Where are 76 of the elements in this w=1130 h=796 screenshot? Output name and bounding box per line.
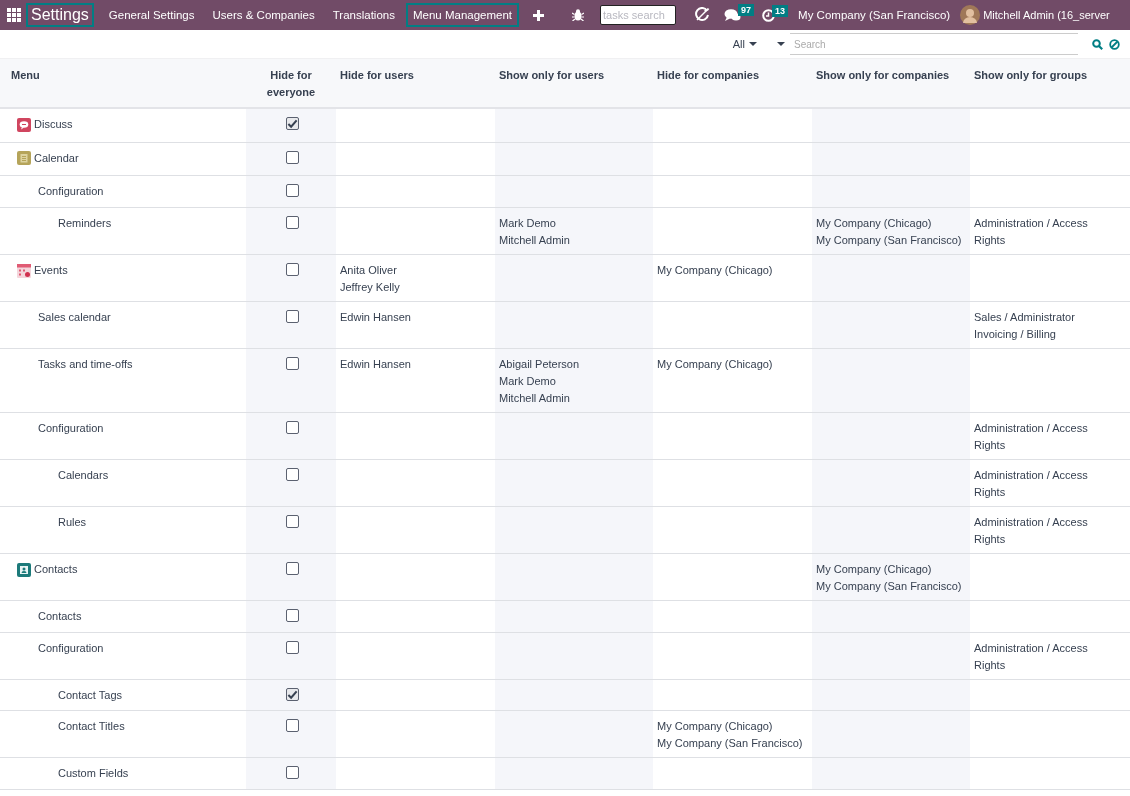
table-cell: Administration / Access Rights [974, 422, 1088, 451]
checkbox[interactable] [286, 609, 299, 622]
plus-icon[interactable] [533, 9, 545, 21]
avatar[interactable] [960, 5, 981, 25]
checkbox[interactable] [286, 688, 299, 701]
company-switcher[interactable]: My Company (San Francisco) [798, 9, 951, 21]
nav-menu-item[interactable]: Menu Management [405, 3, 520, 27]
table-cell: My Company (Chicago) [657, 358, 773, 370]
checkbox[interactable] [286, 515, 299, 528]
search-icon[interactable] [1092, 38, 1103, 50]
nav-menu-item[interactable]: General Settings [101, 3, 202, 27]
menu-name: Custom Fields [58, 765, 129, 781]
checkbox[interactable] [286, 468, 299, 481]
chat-bubble-icon [17, 117, 31, 132]
message-count: 97 [738, 4, 755, 16]
checkbox[interactable] [286, 263, 299, 276]
checkbox[interactable] [286, 184, 299, 197]
table-cell: My Company (Chicago) My Company (San Francisco) [816, 217, 962, 246]
refresh-icon[interactable] [694, 7, 711, 23]
menu-name: Contact Titles [58, 718, 125, 734]
menu-name: Sales calendar [38, 310, 111, 325]
clock-icon[interactable] [762, 8, 776, 22]
column-header[interactable]: Hide for users [340, 67, 414, 84]
column-header[interactable]: Menu [11, 67, 40, 84]
menu-name: Reminders [58, 216, 112, 231]
tasks-search-field[interactable]: tasks search [600, 5, 677, 25]
table-cell: My Company (Chicago) My Company (San Francisco) [657, 719, 803, 749]
table-cell: Administration / Access Rights [974, 217, 1088, 246]
caret-icon[interactable] [777, 42, 785, 46]
menu-name: Tasks and time-offs [38, 357, 133, 372]
table-cell: Anita Oliver Jeffrey Kelly [340, 264, 400, 293]
menu-name: Configuration [38, 184, 104, 199]
checkbox[interactable] [286, 117, 299, 130]
table-cell: Abigail Peterson Mark Demo Mitchell Admin [499, 358, 580, 404]
menu-name: Contacts [34, 562, 78, 577]
notepad-icon [17, 151, 31, 165]
filter-dropdown[interactable]: All [732, 38, 757, 50]
nav-menu-item[interactable]: Translations [325, 3, 402, 27]
table-cell: Mark Demo Mitchell Admin [499, 217, 570, 246]
menu-name: Rules [58, 515, 87, 530]
table-cell: Administration / Access Rights [974, 642, 1088, 671]
chat-icon[interactable] [724, 8, 742, 22]
menu-name: Contacts [38, 609, 82, 624]
checkbox[interactable] [286, 310, 299, 323]
apps-menu-icon[interactable] [7, 8, 21, 22]
table-cell: Edwin Hansen [340, 358, 411, 370]
search-field[interactable]: Search [790, 33, 1078, 55]
activity-count: 13 [772, 4, 789, 17]
table-cell: Administration / Access Rights [974, 469, 1088, 498]
menu-name: Calendar [34, 150, 79, 166]
table-cell: Edwin Hansen [340, 311, 411, 323]
menu-name: Configuration [38, 421, 104, 436]
menu-name: Events [34, 263, 68, 278]
checkbox[interactable] [286, 562, 299, 575]
bug-icon[interactable] [572, 9, 585, 21]
menu-name: Contact Tags [58, 688, 122, 703]
table-cell: Sales / Administrator Invoicing / Billing [974, 311, 1075, 340]
checkbox[interactable] [286, 216, 299, 229]
table-cell: Administration / Access Rights [974, 516, 1088, 545]
checkbox[interactable] [286, 421, 299, 434]
checkbox[interactable] [286, 641, 299, 654]
contact-card-icon [17, 562, 31, 577]
checkbox[interactable] [286, 357, 299, 370]
checkbox[interactable] [286, 718, 299, 732]
menu-name: Calendars [58, 468, 109, 483]
menu-name: Configuration [38, 641, 104, 656]
app-title[interactable]: Settings [26, 3, 94, 27]
checkbox[interactable] [286, 150, 299, 164]
calendar-icon [17, 263, 31, 278]
menu-name: Discuss [34, 117, 73, 132]
table-cell: My Company (Chicago) [657, 264, 773, 276]
table-cell: My Company (Chicago) My Company (San Francisco) [816, 563, 962, 592]
user-menu[interactable]: Mitchell Admin (16_server [983, 9, 1110, 21]
nav-menu-item[interactable]: Users & Companies [205, 3, 322, 27]
clear-icon[interactable] [1109, 38, 1120, 50]
checkbox[interactable] [286, 765, 299, 779]
